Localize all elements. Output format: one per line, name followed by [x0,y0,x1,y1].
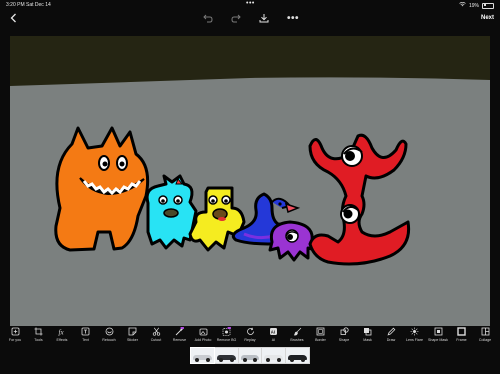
battery-icon [482,2,494,9]
frame-icon [457,327,466,336]
collage-icon [481,327,490,336]
orange-cat-monster [54,126,150,252]
add-photo-icon [199,327,208,336]
download-icon [259,14,269,23]
svg-text:AI: AI [271,329,275,334]
replay-icon [246,327,255,336]
tool-replay[interactable]: Replay [239,326,261,346]
text-icon [81,327,90,336]
tool-add-photo[interactable]: Add Photo [192,326,214,346]
tool-effects[interactable]: fx Effects [51,326,73,346]
tool-retouch[interactable]: Retouch [98,326,120,346]
undo-button[interactable] [201,10,215,26]
tool-text[interactable]: Text [75,326,97,346]
status-bar: 3:20 PM Sat Dec 14 ••• 19% [0,0,500,9]
redo-button[interactable] [229,10,243,26]
tool-cutout[interactable]: Cutout [145,326,167,346]
crop-icon [34,327,43,336]
tool-border[interactable]: Border [310,326,332,346]
undo-icon [203,14,213,22]
mask-icon [363,327,372,336]
ai-icon: AI [269,327,278,336]
wifi-icon [459,1,466,9]
save-button[interactable] [256,10,272,26]
redo-icon [231,14,241,22]
editor-top-bar: ••• Next [0,10,500,26]
fx-icon: fx [58,327,67,337]
status-time: 3:20 PM Sat Dec 14 [6,2,51,8]
retouch-icon [105,327,114,336]
lens-flare-icon [410,327,419,336]
pencil-icon [387,327,396,336]
film-thumb[interactable] [238,348,262,363]
svg-text:fx: fx [58,329,64,337]
photo-canvas[interactable] [10,36,490,326]
multitask-dots[interactable]: ••• [246,0,255,7]
tool-frame[interactable]: Frame [451,326,473,346]
magic-wand-icon [175,327,184,336]
status-right: 19% [459,1,494,9]
tool-tools[interactable]: Tools [28,326,50,346]
sticker-icon [128,327,137,336]
chevron-left-icon [10,13,16,23]
photo-filmstrip [190,347,310,364]
back-button[interactable] [6,10,20,26]
film-thumb[interactable] [286,348,309,363]
edit-tools-bar: For you Tools fx Effects Text Retouch Sti… [0,326,500,346]
next-button[interactable]: Next [481,10,494,26]
tool-collage[interactable]: Collage [474,326,496,346]
tool-shape-mask[interactable]: Shape Mask [427,326,449,346]
more-button[interactable]: ••• [285,10,301,26]
tool-remove[interactable]: Remove [169,326,191,346]
square-plus-icon [11,327,20,336]
border-icon [316,327,325,336]
tool-mask[interactable]: Mask [357,326,379,346]
tool-lens-flare[interactable]: Lens Flare [404,326,426,346]
tool-shape[interactable]: Shape [333,326,355,346]
brush-icon [293,327,302,336]
film-thumb[interactable] [214,348,238,363]
tool-sticker[interactable]: Sticker [122,326,144,346]
film-thumb[interactable] [262,348,286,363]
film-thumb[interactable] [190,347,215,364]
tool-brushes[interactable]: Brushes [286,326,308,346]
scissors-icon [152,327,161,336]
battery-percent: 19% [468,2,479,9]
drawing [10,36,490,326]
tool-remove-bg[interactable]: Remove BG [216,326,238,346]
remove-bg-icon [222,327,231,336]
tool-for-you[interactable]: For you [4,326,26,346]
tool-ai[interactable]: AI AI [263,326,285,346]
cyan-monster [145,174,198,250]
shape-mask-icon [434,327,443,336]
shape-icon [340,327,349,336]
tool-draw[interactable]: Draw [380,326,402,346]
